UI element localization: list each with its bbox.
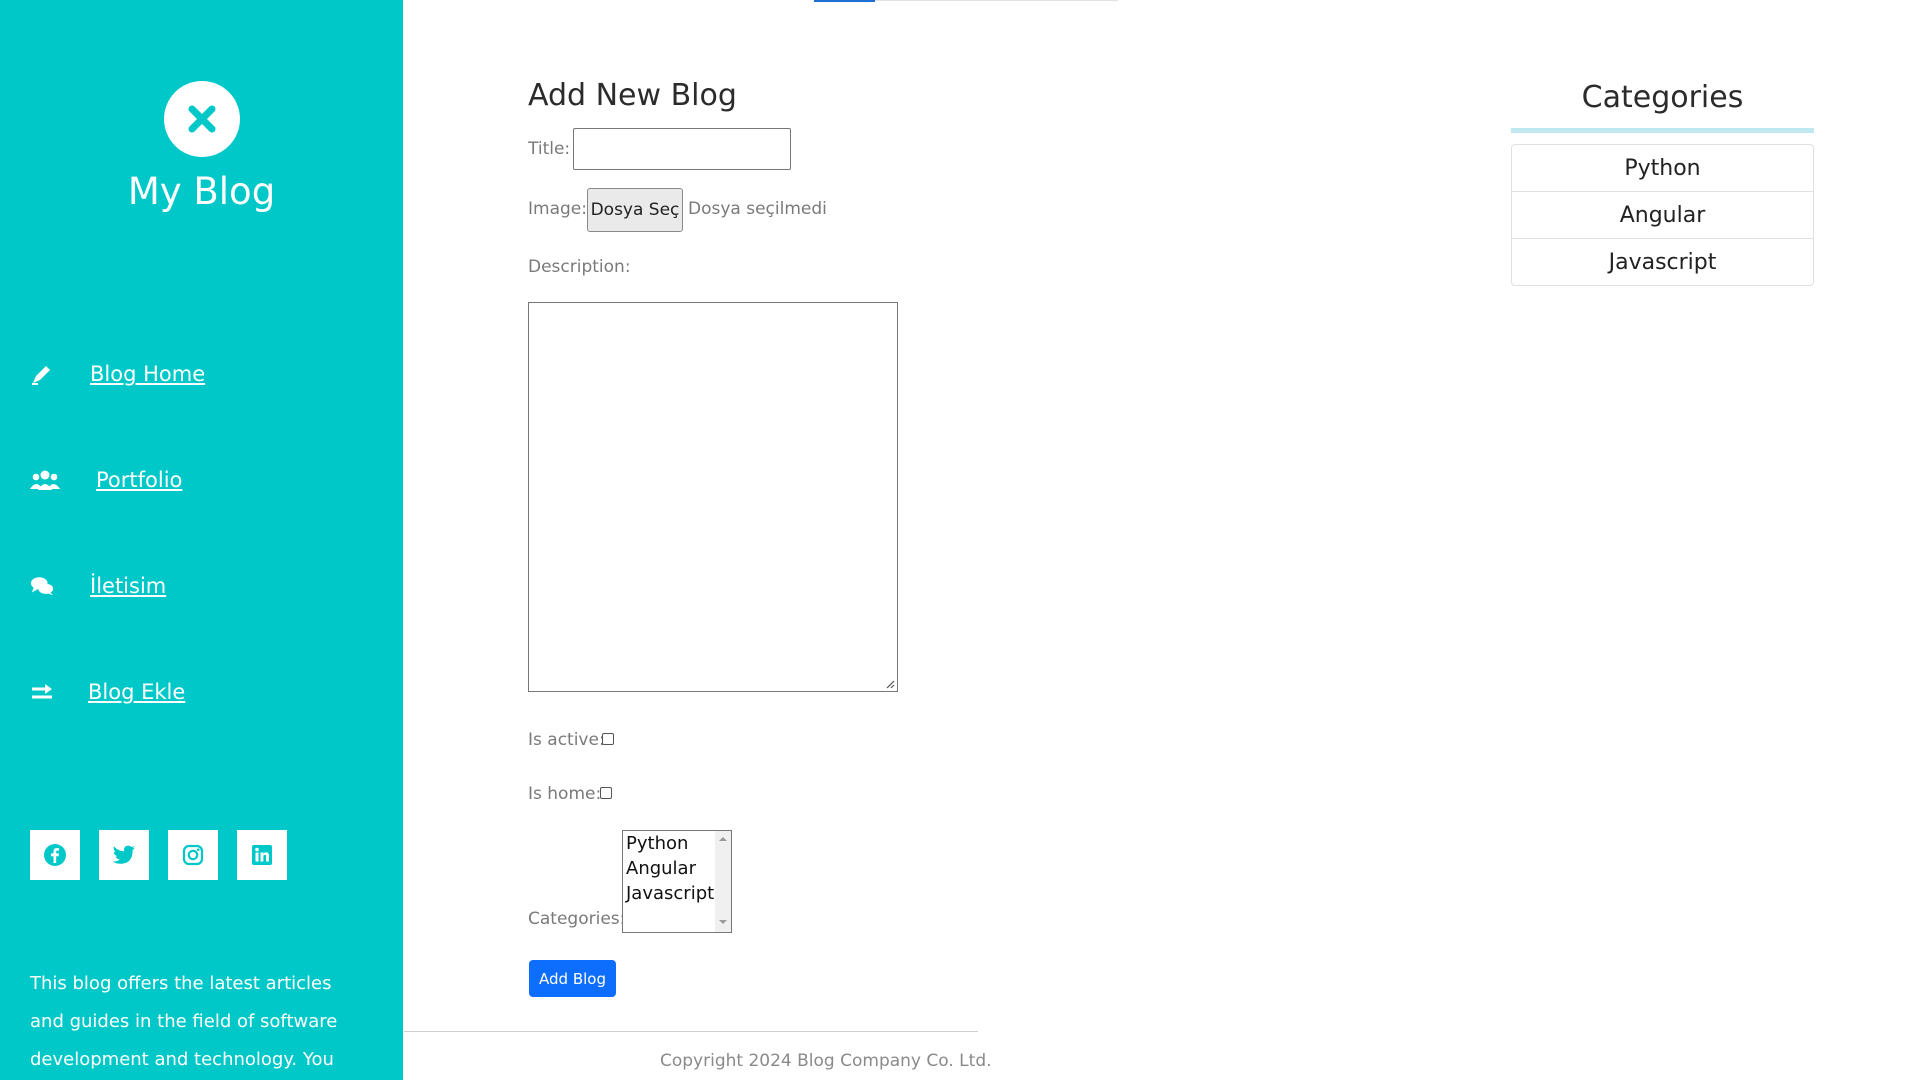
close-icon (188, 105, 216, 133)
category-item-angular[interactable]: Angular (1512, 192, 1813, 239)
categories-select[interactable]: Python Angular Javascript (622, 830, 732, 933)
file-status: Dosya seçilmedi (688, 199, 827, 219)
form-heading: Add New Blog (528, 78, 737, 113)
linkedin-link[interactable] (237, 830, 287, 880)
nav-portfolio[interactable]: Portfolio (30, 460, 182, 500)
twitter-icon (112, 845, 135, 864)
brand-title[interactable]: My Blog (0, 170, 403, 213)
instagram-link[interactable] (168, 830, 218, 880)
linkedin-icon (252, 845, 272, 865)
scroll-up-icon[interactable] (718, 836, 728, 842)
twitter-link[interactable] (99, 830, 149, 880)
is-active-checkbox[interactable] (602, 733, 614, 745)
categories-label: Categories: (528, 909, 626, 929)
is-home-label: Is home: (528, 784, 602, 804)
logo[interactable] (164, 81, 240, 157)
category-option[interactable]: Angular (626, 858, 696, 879)
nav-blog-ekle[interactable]: Blog Ekle (30, 672, 185, 712)
add-blog-button[interactable]: Add Blog (529, 960, 616, 997)
category-item-python[interactable]: Python (1512, 145, 1813, 192)
nav-blog-home[interactable]: Blog Home (30, 354, 205, 394)
facebook-link[interactable] (30, 830, 80, 880)
sidebar: My Blog Blog Home Portfolio İletisim Blo… (0, 0, 403, 1080)
is-active-label: Is active: (528, 730, 605, 750)
title-input[interactable] (573, 128, 791, 170)
comments-icon (30, 574, 54, 598)
arrow-right-icon (30, 680, 54, 704)
facebook-icon (44, 844, 66, 866)
categories-underline (1511, 128, 1814, 133)
nav-iletisim-label: İletisim (90, 574, 167, 598)
description-label: Description: (528, 257, 631, 277)
instagram-icon (182, 844, 204, 866)
choose-file-button[interactable]: Dosya Seç (587, 188, 683, 232)
categories-list: Python Angular Javascript (1511, 144, 1814, 286)
resize-grip-icon[interactable] (885, 679, 895, 689)
top-tab-active-indicator (814, 0, 875, 2)
about-text: This blog offers the latest articles and… (30, 973, 338, 1070)
copyright-text: Copyright 2024 Blog Company Co. Ltd. (660, 1051, 992, 1071)
title-label: Title: (528, 139, 571, 159)
nav-blog-ekle-label: Blog Ekle (88, 680, 186, 704)
edit-icon (30, 362, 54, 386)
category-option[interactable]: Javascript (626, 883, 714, 904)
category-option[interactable]: Python (626, 833, 688, 854)
categories-heading: Categories (1581, 80, 1744, 115)
scroll-down-icon[interactable] (718, 919, 728, 925)
image-label: Image: (528, 199, 587, 219)
select-scrollbar[interactable] (715, 831, 731, 932)
category-item-javascript[interactable]: Javascript (1512, 239, 1813, 285)
description-textarea[interactable] (528, 302, 898, 692)
nav-blog-home-label: Blog Home (90, 362, 206, 386)
is-home-checkbox[interactable] (600, 787, 612, 799)
footer-divider (404, 1031, 978, 1032)
users-icon (30, 468, 60, 492)
nav-portfolio-label: Portfolio (96, 468, 183, 492)
nav-iletisim[interactable]: İletisim (30, 566, 166, 606)
